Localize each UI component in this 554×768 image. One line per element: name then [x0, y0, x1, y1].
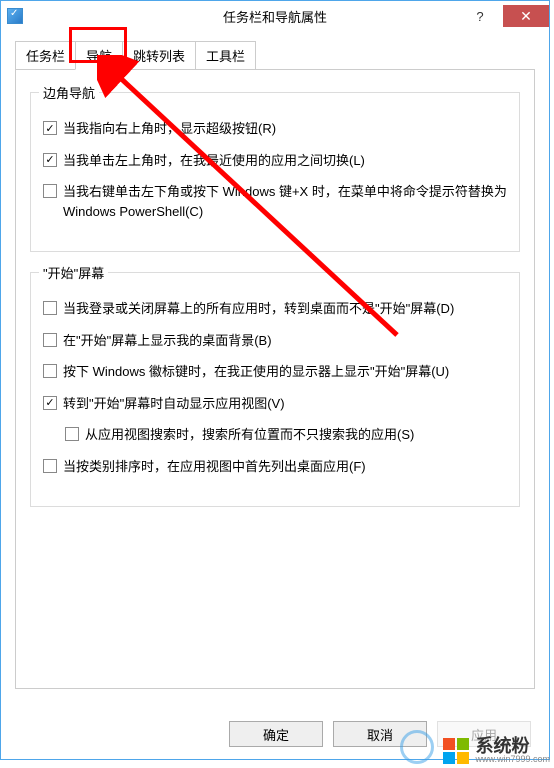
properties-window: 任务栏和导航属性 ? ✕ 任务栏 导航 跳转列表 工具栏 边角导航 当我指向右上…	[0, 0, 550, 760]
help-button[interactable]: ?	[457, 5, 503, 27]
checkbox-label: 当我右键单击左下角或按下 Windows 键+X 时，在菜单中将命令提示符替换为…	[63, 182, 507, 221]
checkbox-desktop-first[interactable]	[43, 459, 57, 473]
checkbox-charms[interactable]	[43, 121, 57, 135]
checkbox-label: 按下 Windows 徽标键时，在我正使用的显示器上显示"开始"屏幕(U)	[63, 362, 449, 382]
close-button[interactable]: ✕	[503, 5, 549, 27]
tab-strip: 任务栏 导航 跳转列表 工具栏	[15, 41, 535, 70]
option-row: 按下 Windows 徽标键时，在我正使用的显示器上显示"开始"屏幕(U)	[43, 362, 507, 382]
tab-navigation[interactable]: 导航	[75, 41, 123, 70]
option-row: 当我单击左上角时，在我最近使用的应用之间切换(L)	[43, 151, 507, 171]
option-row: 当我指向右上角时，显示超级按钮(R)	[43, 119, 507, 139]
checkbox-label: 当按类别排序时，在应用视图中首先列出桌面应用(F)	[63, 457, 366, 477]
titlebar: 任务栏和导航属性 ? ✕	[1, 1, 549, 31]
tab-jumplist[interactable]: 跳转列表	[122, 41, 196, 70]
group-corner-nav: 边角导航 当我指向右上角时，显示超级按钮(R) 当我单击左上角时，在我最近使用的…	[30, 92, 520, 252]
checkbox-switch-apps[interactable]	[43, 153, 57, 167]
watermark-url: www.win7999.com	[475, 755, 550, 764]
option-row: 从应用视图搜索时，搜索所有位置而不只搜索我的应用(S)	[65, 425, 507, 445]
option-row: 在"开始"屏幕上显示我的桌面背景(B)	[43, 331, 507, 351]
option-row: 转到"开始"屏幕时自动显示应用视图(V)	[43, 394, 507, 414]
window-icon	[7, 8, 23, 24]
checkbox-label: 转到"开始"屏幕时自动显示应用视图(V)	[63, 394, 285, 414]
ok-button[interactable]: 确定	[229, 721, 323, 747]
group-start-screen: "开始"屏幕 当我登录或关闭屏幕上的所有应用时，转到桌面而不是"开始"屏幕(D)…	[30, 272, 520, 507]
decorative-circle-icon	[400, 730, 434, 764]
group-legend: 边角导航	[39, 83, 99, 102]
tab-panel: 边角导航 当我指向右上角时，显示超级按钮(R) 当我单击左上角时，在我最近使用的…	[15, 69, 535, 689]
checkbox-search-everywhere[interactable]	[65, 427, 79, 441]
checkbox-goto-desktop[interactable]	[43, 301, 57, 315]
checkbox-label: 当我指向右上角时，显示超级按钮(R)	[63, 119, 276, 139]
watermark-text: 系统粉	[475, 737, 550, 755]
watermark: 系统粉 www.win7999.com	[443, 737, 550, 764]
tab-toolbars[interactable]: 工具栏	[195, 41, 256, 70]
checkbox-label: 从应用视图搜索时，搜索所有位置而不只搜索我的应用(S)	[85, 425, 414, 445]
checkbox-powershell[interactable]	[43, 184, 57, 198]
tab-taskbar[interactable]: 任务栏	[15, 41, 76, 70]
checkbox-desktop-bg[interactable]	[43, 333, 57, 347]
checkbox-winkey-monitor[interactable]	[43, 364, 57, 378]
option-row: 当我右键单击左下角或按下 Windows 键+X 时，在菜单中将命令提示符替换为…	[43, 182, 507, 221]
option-row: 当我登录或关闭屏幕上的所有应用时，转到桌面而不是"开始"屏幕(D)	[43, 299, 507, 319]
checkbox-label: 在"开始"屏幕上显示我的桌面背景(B)	[63, 331, 272, 351]
checkbox-label: 当我单击左上角时，在我最近使用的应用之间切换(L)	[63, 151, 365, 171]
group-legend: "开始"屏幕	[39, 263, 108, 282]
checkbox-apps-view[interactable]	[43, 396, 57, 410]
option-row: 当按类别排序时，在应用视图中首先列出桌面应用(F)	[43, 457, 507, 477]
checkbox-label: 当我登录或关闭屏幕上的所有应用时，转到桌面而不是"开始"屏幕(D)	[63, 299, 454, 319]
microsoft-logo-icon	[443, 738, 469, 764]
